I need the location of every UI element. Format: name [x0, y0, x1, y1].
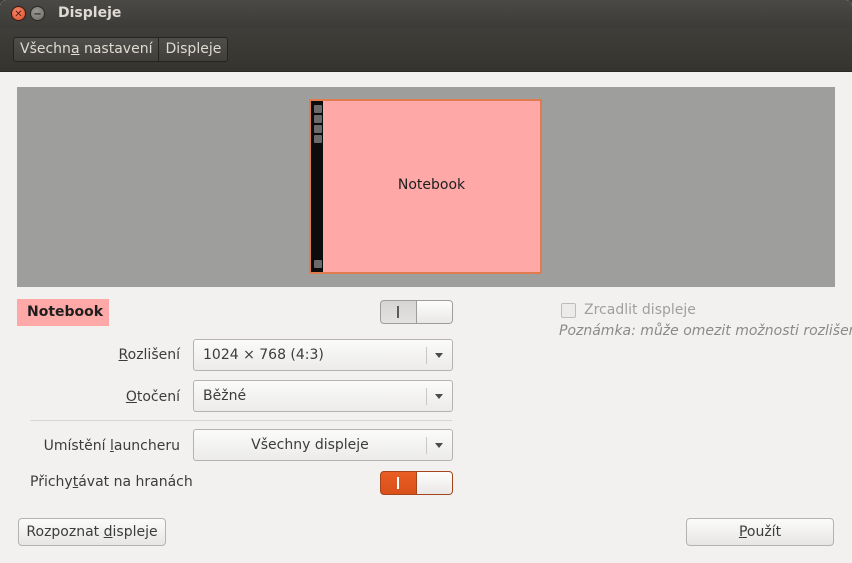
- launcher-placement-value: Všechny displeje: [251, 437, 369, 453]
- mirror-displays-checkbox[interactable]: [561, 302, 576, 318]
- resolution-value: 1024 × 768 (4:3): [203, 347, 324, 363]
- switch-on-mark: [397, 477, 399, 489]
- launcher-placement-combo[interactable]: Všechny displeje: [193, 429, 453, 461]
- display-arrangement-area: Notebook: [17, 87, 835, 287]
- launcher-icon: [314, 125, 322, 133]
- breadcrumb: Všechna nastavení Displeje: [13, 37, 229, 62]
- apply-button[interactable]: Použít: [686, 518, 834, 546]
- displays-window: ✕ − Displeje Všechna nastavení Displeje …: [0, 0, 852, 563]
- rotation-label-mnemonic: O: [125, 389, 137, 405]
- display-power-switch[interactable]: [380, 300, 453, 324]
- apply-label-mnemonic: P: [738, 524, 747, 540]
- launcher-label-pre: Umístění: [43, 438, 110, 454]
- launcher-preview: [311, 101, 323, 272]
- detect-displays-button[interactable]: Rozpoznat displeje: [18, 518, 166, 546]
- rotation-value: Běžné: [203, 388, 247, 404]
- detect-label-mnemonic: d: [103, 524, 113, 540]
- resolution-combo[interactable]: 1024 × 768 (4:3): [193, 339, 453, 371]
- chevron-down-icon: [435, 394, 443, 399]
- section-divider: [30, 420, 452, 421]
- title-bar: ✕ − Displeje: [0, 0, 852, 28]
- switch-knob: [416, 301, 452, 323]
- launcher-trash-icon: [314, 260, 322, 268]
- mirror-note: Poznámka: může omezit možnosti rozlišení: [559, 323, 852, 339]
- rotation-combo[interactable]: Běžné: [193, 380, 453, 412]
- detect-label-pre: Rozpoznat: [26, 524, 104, 540]
- resolution-label-mnemonic: R: [118, 347, 128, 363]
- breadcrumb-all-settings-mnemonic: a: [70, 41, 80, 57]
- sticky-label-post: ávat na hranách: [78, 474, 193, 490]
- mirror-displays-row[interactable]: Zrcadlit displeje: [561, 302, 696, 318]
- breadcrumb-all-settings-label-pre: Všechn: [20, 41, 71, 57]
- combo-separator: [426, 388, 427, 405]
- monitor-label: Notebook: [397, 177, 466, 193]
- monitor-preview[interactable]: Notebook: [309, 99, 542, 274]
- display-name-tag: Notebook: [17, 299, 109, 326]
- window-title: Displeje: [58, 5, 122, 21]
- rotation-label: Otočení: [60, 389, 180, 405]
- launcher-icon: [314, 105, 322, 113]
- toolbar: Všechna nastavení Displeje: [0, 28, 852, 72]
- minimize-icon[interactable]: −: [30, 6, 45, 21]
- rotation-label-rest: točení: [136, 389, 180, 405]
- launcher-icon: [314, 135, 322, 143]
- resolution-label: Rozlišení: [60, 347, 180, 363]
- launcher-label-post: auncheru: [113, 438, 180, 454]
- chevron-down-icon: [435, 443, 443, 448]
- close-icon[interactable]: ✕: [11, 6, 26, 21]
- breadcrumb-all-settings-label-post: nastavení: [79, 41, 153, 57]
- chevron-down-icon: [435, 353, 443, 358]
- resolution-label-rest: ozlišení: [127, 347, 180, 363]
- apply-label-rest: oužít: [746, 524, 782, 540]
- launcher-placement-label: Umístění launcheru: [30, 438, 180, 454]
- breadcrumb-displays[interactable]: Displeje: [158, 38, 227, 61]
- detect-label-post: ispleje: [112, 524, 158, 540]
- launcher-icon: [314, 115, 322, 123]
- sticky-edges-switch[interactable]: [380, 471, 453, 495]
- combo-separator: [426, 437, 427, 454]
- mirror-displays-label: Zrcadlit displeje: [584, 302, 696, 318]
- switch-on-mark: [397, 306, 399, 318]
- combo-separator: [426, 347, 427, 364]
- sticky-label-pre: Přichy: [30, 474, 73, 490]
- switch-knob: [416, 472, 452, 494]
- breadcrumb-all-settings[interactable]: Všechna nastavení: [14, 38, 158, 61]
- sticky-edges-label: Přichytávat na hranách: [30, 474, 193, 490]
